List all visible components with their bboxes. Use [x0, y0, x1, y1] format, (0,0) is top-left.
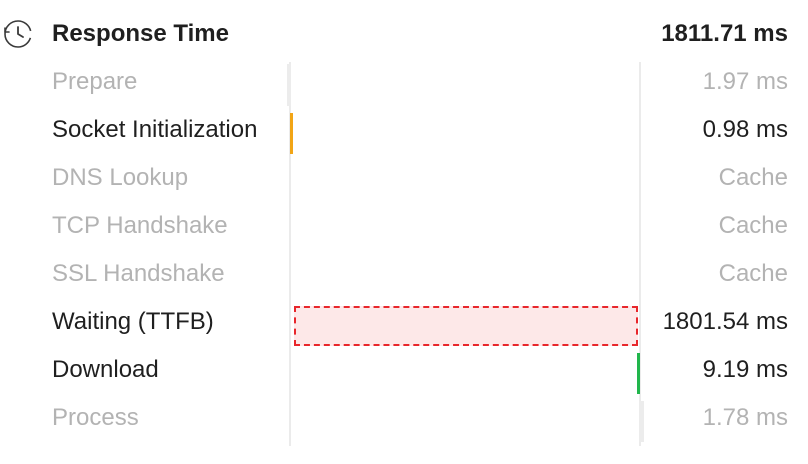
phase-row-prepare: Prepare 1.97 ms	[0, 58, 808, 106]
response-time-total: 1811.71 ms	[661, 20, 788, 47]
phase-value: 9.19 ms	[702, 356, 788, 383]
phase-row-ssl-handshake: SSL Handshake Cache	[0, 250, 808, 298]
phase-value: 0.98 ms	[702, 116, 788, 143]
phase-value: 1.97 ms	[702, 68, 788, 95]
phase-label: Download	[52, 356, 159, 383]
phase-label: Socket Initialization	[52, 116, 258, 143]
phase-value: 1801.54 ms	[662, 308, 788, 335]
phase-row-process: Process 1.78 ms	[0, 394, 808, 442]
phase-value: Cache	[718, 212, 788, 239]
phase-label: Process	[52, 404, 139, 431]
phase-row-dns-lookup: DNS Lookup Cache	[0, 154, 808, 202]
process-bar	[639, 401, 644, 442]
response-time-title: Response Time	[52, 20, 229, 47]
phase-row-socket-initialization: Socket Initialization 0.98 ms	[0, 106, 808, 154]
response-time-header: Response Time 1811.71 ms	[0, 10, 808, 58]
phase-label: Waiting (TTFB)	[52, 308, 214, 335]
socket-initialization-bar	[290, 113, 293, 154]
phase-value: Cache	[718, 260, 788, 287]
phase-label: TCP Handshake	[52, 212, 228, 239]
phase-label: Prepare	[52, 68, 138, 95]
clock-icon	[4, 20, 32, 48]
phase-label: DNS Lookup	[52, 164, 189, 191]
waiting-ttfb-bar	[294, 306, 638, 346]
phase-value: 1.78 ms	[702, 404, 788, 431]
phase-row-download: Download 9.19 ms	[0, 346, 808, 394]
response-time-panel: Response Time 1811.71 ms Prepare 1.97 ms…	[0, 0, 808, 464]
phase-value: Cache	[718, 164, 788, 191]
phase-row-tcp-handshake: TCP Handshake Cache	[0, 202, 808, 250]
prepare-bar	[287, 64, 291, 106]
download-bar	[637, 353, 640, 394]
phase-label: SSL Handshake	[52, 260, 225, 287]
